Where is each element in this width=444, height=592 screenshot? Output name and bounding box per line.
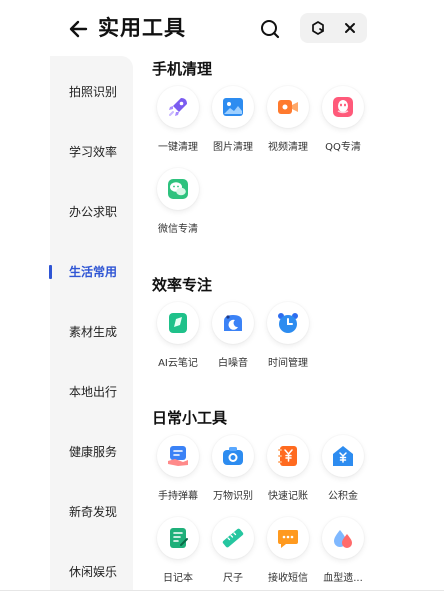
active-indicator xyxy=(49,265,52,279)
tool-blood-type[interactable]: 血型遗... xyxy=(315,517,371,584)
tool-label: 公积金 xyxy=(328,491,358,502)
sidebar-item-material-generation[interactable]: 素材生成 xyxy=(50,312,133,352)
window-capsule xyxy=(300,13,367,43)
video-icon xyxy=(278,100,298,114)
refresh-button[interactable] xyxy=(309,19,327,37)
tool-object-recognition[interactable]: 万物识别 xyxy=(205,435,261,502)
note-icon xyxy=(169,313,187,333)
sidebar-item-study-efficiency[interactable]: 学习效率 xyxy=(50,132,133,172)
house-fund-icon xyxy=(333,446,353,466)
sidebar-item-novel-discovery[interactable]: 新奇发现 xyxy=(50,492,133,532)
search-button[interactable] xyxy=(257,16,283,42)
rocket-icon xyxy=(169,98,187,116)
tool-quick-bookkeeping[interactable]: 快速记账 xyxy=(260,435,316,502)
wechat-icon xyxy=(168,179,188,199)
tool-label: 图片清理 xyxy=(213,142,253,153)
sidebar-item-daily-life[interactable]: 生活常用 xyxy=(50,252,133,292)
sidebar-item-health-service[interactable]: 健康服务 xyxy=(50,432,133,472)
tool-time-management[interactable]: 时间管理 xyxy=(260,302,316,369)
tool-label: 手持弹幕 xyxy=(158,491,198,502)
sidebar-item-photo-recognition[interactable]: 拍照识别 xyxy=(50,72,133,112)
header: 实用工具 xyxy=(0,0,444,58)
close-button[interactable] xyxy=(341,19,359,37)
refresh-icon xyxy=(312,21,324,35)
sidebar-item-office-jobs[interactable]: 办公求职 xyxy=(50,192,133,232)
tool-housing-fund[interactable]: 公积金 xyxy=(315,435,371,502)
tool-label: 血型遗... xyxy=(323,573,363,584)
close-icon xyxy=(345,23,355,33)
qq-icon xyxy=(333,97,353,117)
tool-label: AI云笔记 xyxy=(158,358,198,369)
alarm-clock-icon xyxy=(278,313,298,333)
ruler-icon xyxy=(222,528,244,548)
category-sidebar: 拍照识别 学习效率 办公求职 生活常用 素材生成 本地出行 健康服务 新奇发现 … xyxy=(50,56,133,591)
moon-icon xyxy=(224,315,242,331)
tool-label: 白噪音 xyxy=(218,358,248,369)
tool-qq-clean[interactable]: QQ专清 xyxy=(315,86,371,153)
tool-label: QQ专清 xyxy=(325,142,361,153)
tool-video-clean[interactable]: 视频清理 xyxy=(260,86,316,153)
section-title-efficiency-focus: 效率专注 xyxy=(152,276,213,294)
tool-receive-sms[interactable]: 接收短信 xyxy=(260,517,316,584)
page-title: 实用工具 xyxy=(98,16,186,40)
sms-icon xyxy=(278,530,298,548)
tool-image-clean[interactable]: 图片清理 xyxy=(205,86,261,153)
search-icon xyxy=(261,20,280,39)
yuan-book-icon xyxy=(278,446,297,466)
back-button[interactable] xyxy=(64,14,94,44)
tool-label: 快速记账 xyxy=(268,491,308,502)
sidebar-item-leisure[interactable]: 休闲娱乐 xyxy=(50,552,133,592)
blood-drop-icon xyxy=(334,530,352,548)
tool-wechat-clean[interactable]: 微信专清 xyxy=(150,168,206,235)
tool-ruler[interactable]: 尺子 xyxy=(205,517,261,584)
tool-label: 接收短信 xyxy=(268,573,308,584)
tool-label: 万物识别 xyxy=(213,491,253,502)
tool-ai-cloud-notes[interactable]: AI云笔记 xyxy=(150,302,206,369)
tool-label: 一键清理 xyxy=(158,142,198,153)
tool-one-click-clean[interactable]: 一键清理 xyxy=(150,86,206,153)
tool-handheld-banner[interactable]: 手持弹幕 xyxy=(150,435,206,502)
camera-icon xyxy=(223,447,243,465)
section-title-phone-cleanup: 手机清理 xyxy=(152,60,213,78)
sidebar-item-local-travel[interactable]: 本地出行 xyxy=(50,372,133,412)
tool-label: 尺子 xyxy=(223,573,243,584)
hand-banner-icon xyxy=(168,446,188,466)
tool-label: 视频清理 xyxy=(268,142,308,153)
tool-diary[interactable]: 日记本 xyxy=(150,517,206,584)
tool-label: 时间管理 xyxy=(268,358,308,369)
image-icon xyxy=(223,98,243,116)
tool-label: 微信专清 xyxy=(158,224,198,235)
arrow-left-icon xyxy=(69,20,88,38)
diary-icon xyxy=(170,528,188,548)
section-title-daily-tools: 日常小工具 xyxy=(152,409,228,427)
tool-label: 日记本 xyxy=(163,573,193,584)
tool-white-noise[interactable]: 白噪音 xyxy=(205,302,261,369)
